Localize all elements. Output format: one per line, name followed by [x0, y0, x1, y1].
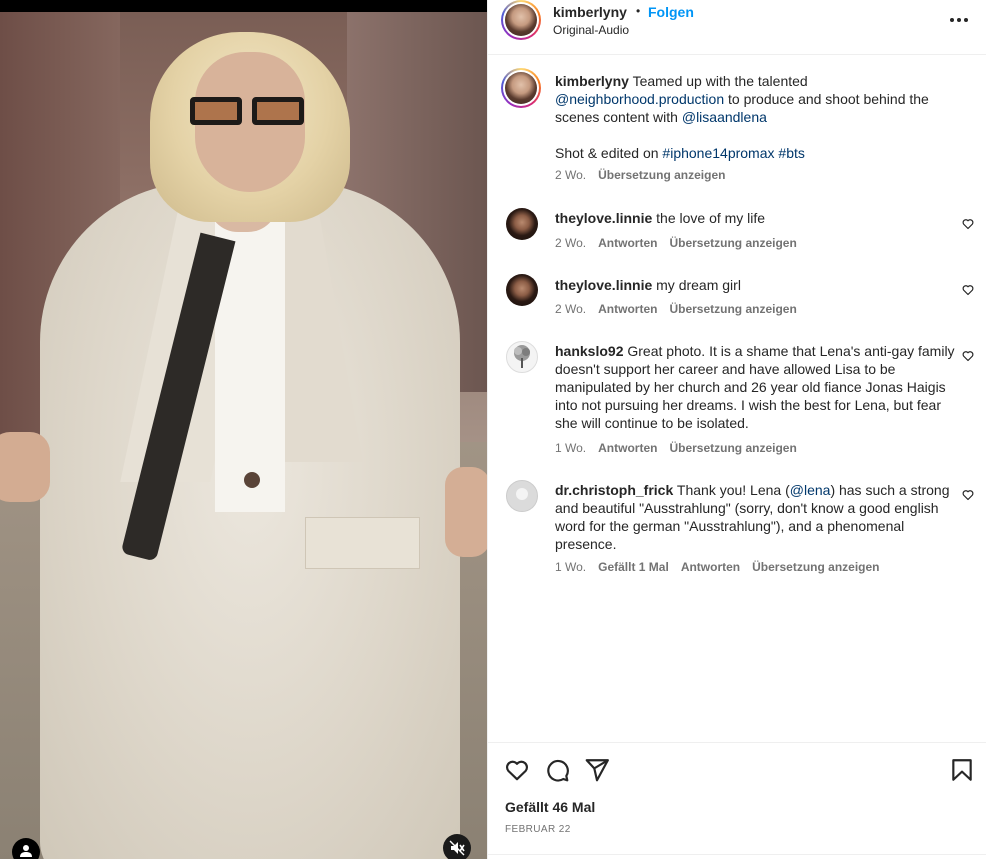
- caption: kimberlyny Teamed up with the talented @…: [488, 68, 986, 188]
- mute-button[interactable]: [443, 834, 471, 859]
- translate-link[interactable]: Übersetzung anzeigen: [752, 560, 879, 574]
- reply-button[interactable]: Antworten: [681, 560, 740, 574]
- like-comment-heart-icon[interactable]: [962, 350, 974, 362]
- post-photo[interactable]: [0, 12, 487, 859]
- share-icon[interactable]: [584, 757, 610, 783]
- comment-username[interactable]: hankslo92: [555, 343, 623, 359]
- caption-username[interactable]: kimberlyny: [555, 73, 629, 89]
- caption-avatar[interactable]: [501, 68, 541, 108]
- comment-text: hankslo92 Great photo. It is a shame tha…: [555, 342, 965, 432]
- caption-text: kimberlyny Teamed up with the talented @…: [555, 72, 965, 162]
- reply-button[interactable]: Antworten: [598, 441, 657, 455]
- caption-part: Shot & edited on: [555, 145, 663, 161]
- tree-avatar-icon: [514, 345, 530, 368]
- like-comment-heart-icon[interactable]: [962, 489, 974, 501]
- comment-time[interactable]: 2 Wo.: [555, 236, 586, 250]
- comment-icon[interactable]: [544, 757, 570, 783]
- comment-avatar[interactable]: [506, 341, 538, 373]
- comment-username[interactable]: theylove.linnie: [555, 277, 652, 293]
- author-username[interactable]: kimberlyny: [553, 4, 627, 20]
- comment-item: theylove.linnie the love of my life 2 Wo…: [488, 208, 986, 264]
- comment-text: theylove.linnie the love of my life: [555, 209, 965, 227]
- comment-username[interactable]: theylove.linnie: [555, 210, 652, 226]
- comment-username[interactable]: dr.christoph_frick: [555, 482, 673, 498]
- likes-count[interactable]: Gefällt 46 Mal: [505, 799, 595, 815]
- jacket-pocket: [305, 517, 420, 569]
- post-header: kimberlyny • Folgen Original-Audio: [488, 0, 986, 55]
- hashtag-link[interactable]: #iphone14promax: [662, 145, 774, 161]
- comment-meta: 1 Wo. Gefällt 1 Mal Antworten Übersetzung a…: [555, 560, 892, 574]
- hand-left: [0, 432, 50, 502]
- comment-meta: 1 Wo. Antworten Übersetzung anzeigen: [555, 441, 809, 455]
- audio-label[interactable]: Original-Audio: [553, 23, 629, 37]
- mention-link[interactable]: @neighborhood.production: [555, 91, 724, 107]
- translate-link[interactable]: Übersetzung anzeigen: [669, 441, 796, 455]
- comment-likes[interactable]: Gefällt 1 Mal: [598, 560, 669, 574]
- like-comment-heart-icon[interactable]: [962, 284, 974, 296]
- author-avatar[interactable]: [501, 0, 541, 40]
- more-options-button[interactable]: [946, 8, 976, 32]
- like-comment-heart-icon[interactable]: [962, 218, 974, 230]
- separator-dot: •: [636, 4, 641, 18]
- divider: [488, 854, 986, 855]
- jacket-button: [244, 472, 260, 488]
- hand-right: [445, 467, 487, 557]
- comment-time[interactable]: 1 Wo.: [555, 560, 586, 574]
- mention-link[interactable]: @lisaandlena: [682, 109, 767, 125]
- comment-body: the love of my life: [652, 210, 766, 226]
- sunglasses: [190, 97, 310, 127]
- heart-icon[interactable]: [504, 757, 530, 783]
- hashtag-link[interactable]: #bts: [778, 145, 804, 161]
- translate-link[interactable]: Übersetzung anzeigen: [669, 302, 796, 316]
- comment-meta: 2 Wo. Antworten Übersetzung anzeigen: [555, 302, 809, 316]
- user-tag-icon: [20, 845, 32, 857]
- comment-body: my dream girl: [652, 277, 741, 293]
- mention-link[interactable]: @lena: [790, 482, 831, 498]
- comment-avatar[interactable]: [506, 480, 538, 512]
- mute-icon: [449, 840, 465, 856]
- caption-time[interactable]: 2 Wo.: [555, 168, 586, 182]
- caption-part: Teamed up with the talented: [628, 73, 808, 89]
- post-panel: kimberlyny • Folgen Original-Audio kimbe…: [487, 0, 986, 859]
- comments-section[interactable]: kimberlyny Teamed up with the talented @…: [488, 56, 986, 742]
- comment-avatar[interactable]: [506, 208, 538, 240]
- comment-time[interactable]: 1 Wo.: [555, 441, 586, 455]
- post-media[interactable]: [0, 0, 487, 859]
- post-date[interactable]: FEBRUAR 22: [505, 824, 571, 835]
- comment-item: hankslo92 Great photo. It is a shame tha…: [488, 340, 986, 460]
- translate-link[interactable]: Übersetzung anzeigen: [598, 168, 725, 182]
- comment-avatar[interactable]: [506, 274, 538, 306]
- reply-button[interactable]: Antworten: [598, 302, 657, 316]
- reply-button[interactable]: Antworten: [598, 236, 657, 250]
- bookmark-icon[interactable]: [949, 757, 975, 783]
- comment-item: dr.christoph_frick Thank you! Lena (@len…: [488, 479, 986, 589]
- follow-button[interactable]: Folgen: [648, 4, 694, 20]
- comment-item: theylove.linnie my dream girl 2 Wo. Antwo…: [488, 274, 986, 330]
- post-actions: Gefällt 46 Mal FEBRUAR 22: [488, 742, 986, 859]
- translate-link[interactable]: Übersetzung anzeigen: [669, 236, 796, 250]
- comment-meta: 2 Wo. Antworten Übersetzung anzeigen: [555, 236, 809, 250]
- comment-text: theylove.linnie my dream girl: [555, 276, 965, 294]
- media-top-bar: [0, 0, 487, 12]
- caption-meta: 2 Wo. Übersetzung anzeigen: [555, 168, 737, 182]
- user-tag-button[interactable]: [12, 838, 40, 859]
- comment-time[interactable]: 2 Wo.: [555, 302, 586, 316]
- comment-text: dr.christoph_frick Thank you! Lena (@len…: [555, 481, 965, 553]
- comment-body: Thank you! Lena (: [673, 482, 790, 498]
